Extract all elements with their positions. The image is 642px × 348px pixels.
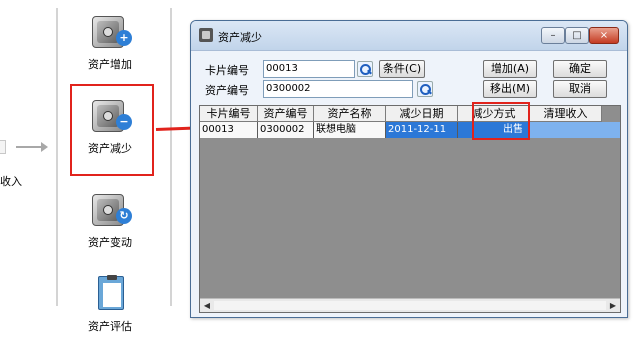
- previous-flow-label: 收入: [0, 175, 22, 188]
- cancel-button[interactable]: 取消: [553, 80, 607, 98]
- flow-item-label: 资产评估: [88, 320, 132, 333]
- minimize-button[interactable]: –: [541, 27, 565, 44]
- asset-number-label: 资产编号: [205, 84, 249, 97]
- cell-asset-number[interactable]: 0300002: [258, 122, 314, 138]
- flow-item-label: 资产增加: [88, 58, 132, 71]
- scroll-right-icon[interactable]: ▶: [606, 299, 620, 312]
- filter-form: 卡片编号 00013 条件(C) 资产编号 0300002 增加(A) 确定 移…: [199, 57, 621, 105]
- clipboard-assess-icon: [88, 274, 132, 314]
- flow-item-label: 资产变动: [88, 236, 132, 249]
- table-row[interactable]: 00013 0300002 联想电脑 2011-12-11 出售: [200, 122, 620, 138]
- asset-number-input[interactable]: 0300002: [263, 80, 413, 98]
- safe-add-icon: +: [88, 12, 132, 52]
- flow-item-asset-change[interactable]: ↻ 资产变动: [66, 190, 154, 250]
- column-header-reduce-date[interactable]: 减少日期: [386, 106, 458, 122]
- column-header-clearing-income[interactable]: 清理收入: [530, 106, 602, 122]
- window-title: 资产减少: [218, 31, 262, 44]
- column-header-card-number[interactable]: 卡片编号: [200, 106, 258, 122]
- method-column-highlight: [472, 102, 530, 140]
- asset-search-icon[interactable]: [417, 81, 433, 97]
- column-header-asset-number[interactable]: 资产编号: [258, 106, 314, 122]
- condition-button[interactable]: 条件(C): [379, 60, 425, 78]
- asset-grid[interactable]: 卡片编号 资产编号 资产名称 减少日期 减少方式 清理收入 00013 0300…: [199, 105, 621, 313]
- grid-header: 卡片编号 资产编号 资产名称 减少日期 减少方式 清理收入: [200, 106, 602, 122]
- maximize-button[interactable]: □: [565, 27, 589, 44]
- selected-item-highlight: [70, 84, 154, 176]
- previous-flow-item: [0, 140, 6, 154]
- flow-item-asset-add[interactable]: + 资产增加: [66, 12, 154, 72]
- cell-asset-name[interactable]: 联想电脑: [314, 122, 386, 138]
- scroll-thumb[interactable]: [214, 301, 606, 310]
- cell-card-number[interactable]: 00013: [200, 122, 258, 138]
- cell-reduce-date[interactable]: 2011-12-11: [386, 122, 458, 138]
- window-titlebar[interactable]: 资产减少 – □ ×: [191, 21, 627, 51]
- horizontal-scrollbar[interactable]: ◀ ▶: [200, 298, 620, 312]
- scroll-left-icon[interactable]: ◀: [200, 299, 214, 312]
- flow-item-asset-assess[interactable]: 资产评估: [66, 274, 154, 334]
- add-button[interactable]: 增加(A): [483, 60, 537, 78]
- app-icon: [199, 28, 213, 42]
- close-button[interactable]: ×: [589, 27, 619, 44]
- asset-reduce-window: 资产减少 – □ × 卡片编号 00013 条件(C) 资产编号 0300002…: [190, 20, 628, 318]
- column-header-asset-name[interactable]: 资产名称: [314, 106, 386, 122]
- card-search-icon[interactable]: [357, 61, 373, 77]
- flow-arrow: [16, 142, 48, 152]
- ok-button[interactable]: 确定: [553, 60, 607, 78]
- safe-change-icon: ↻: [88, 190, 132, 230]
- card-number-label: 卡片编号: [205, 64, 249, 77]
- card-number-input[interactable]: 00013: [263, 60, 355, 78]
- remove-button[interactable]: 移出(M): [483, 80, 537, 98]
- cell-clearing-income[interactable]: [530, 122, 620, 138]
